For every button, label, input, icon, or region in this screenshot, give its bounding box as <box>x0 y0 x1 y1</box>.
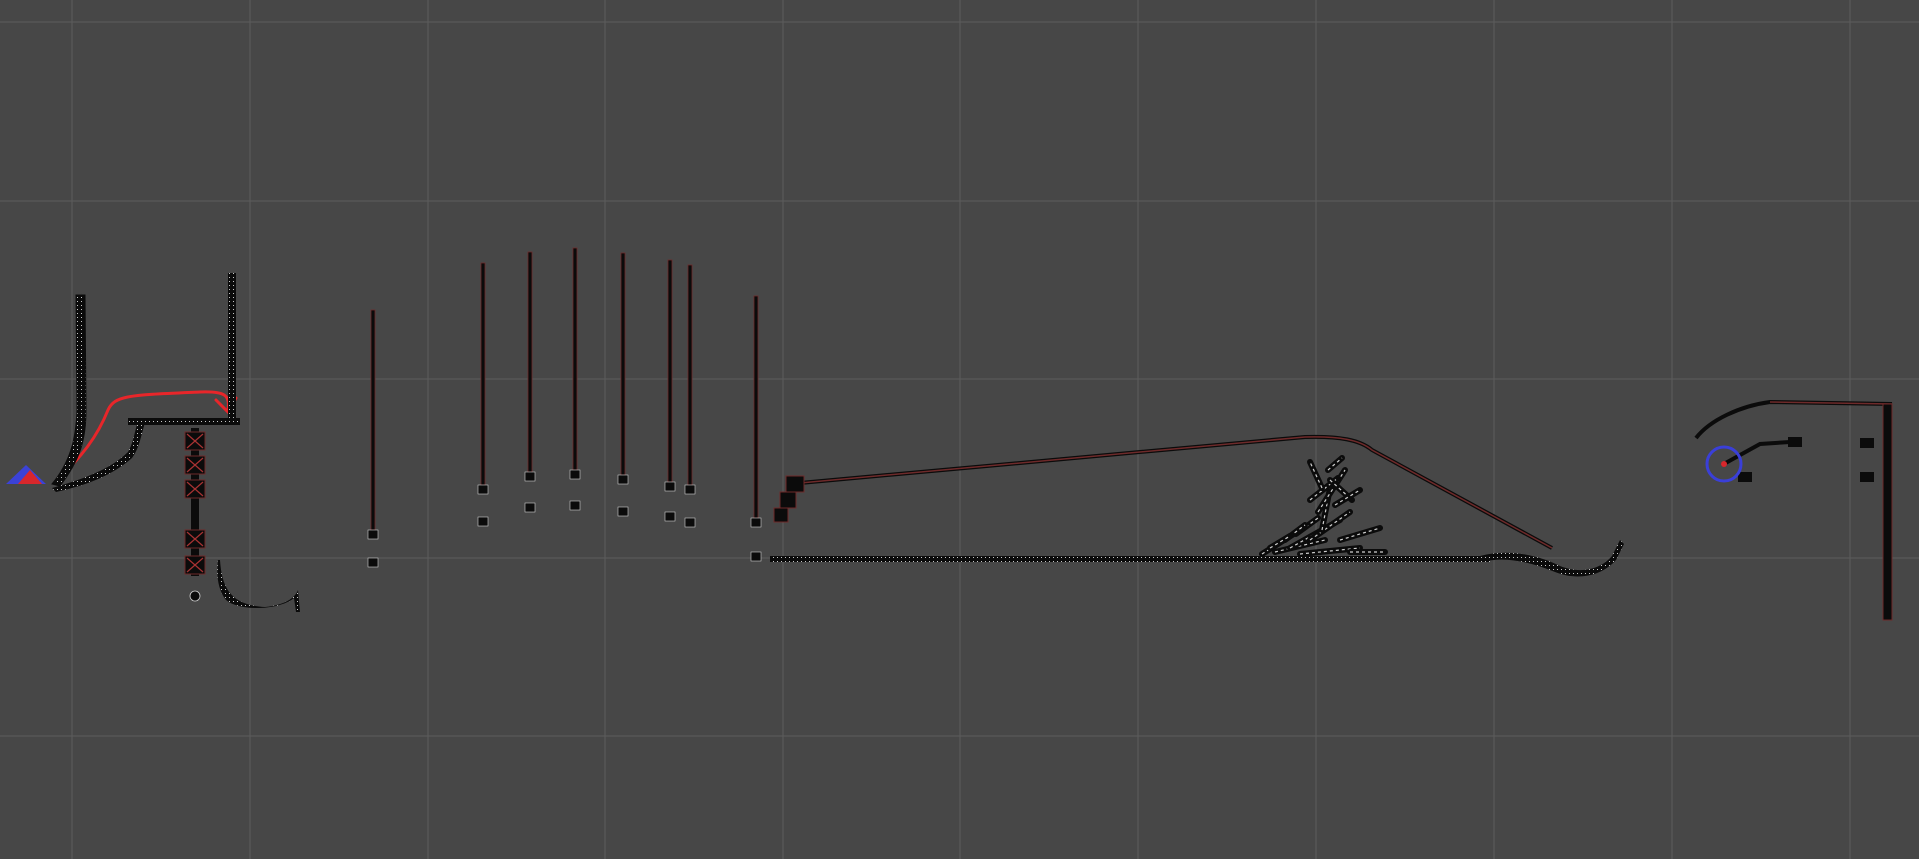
hinged-chain[interactable] <box>184 428 206 602</box>
long-ramp-highlight <box>799 436 1553 549</box>
debris-pile-icon[interactable] <box>1259 455 1388 557</box>
launcher-head <box>1788 437 1802 447</box>
funnel-right-wall <box>228 273 236 425</box>
left-funnel[interactable] <box>51 273 240 492</box>
pendulum-rod[interactable] <box>527 251 533 473</box>
main-track[interactable] <box>770 434 1624 577</box>
pendulum-pivot <box>750 517 762 528</box>
pendulum-bob <box>664 511 676 522</box>
right-assembly[interactable] <box>1694 399 1893 621</box>
pendulum-bob <box>684 517 696 528</box>
pendulum-bob <box>750 551 762 562</box>
x-joint-icon <box>184 455 206 475</box>
x-joint-icon <box>184 431 206 451</box>
target-dot <box>1721 461 1727 467</box>
chain-end-weight <box>189 590 201 602</box>
right-wall <box>1882 403 1893 621</box>
pendulum-pivot <box>569 469 581 480</box>
pendulum-bob <box>569 500 581 511</box>
pendulum-rod[interactable] <box>753 295 759 519</box>
right-peg-top <box>1860 438 1874 448</box>
ramp-anchor-block-3 <box>773 507 789 523</box>
viewport-grid <box>0 0 1919 859</box>
pendulum-rod[interactable] <box>667 259 673 483</box>
pendulum-rods[interactable] <box>367 247 762 568</box>
x-joint-icon <box>184 479 206 499</box>
pendulum-pivot <box>524 471 536 482</box>
player-marker[interactable] <box>6 465 46 484</box>
shelf <box>128 418 240 425</box>
pendulum-rod[interactable] <box>572 247 578 471</box>
launcher-base <box>1738 472 1752 482</box>
pendulum-pivot <box>477 484 489 495</box>
pendulum-pivot <box>367 529 379 540</box>
x-joint-icon <box>184 555 206 575</box>
pendulum-rod[interactable] <box>620 252 626 476</box>
scene-canvas[interactable] <box>0 0 1919 859</box>
scene-viewport[interactable] <box>0 0 1919 859</box>
pendulum-pivot <box>684 484 696 495</box>
right-peg-bottom <box>1860 472 1874 482</box>
pendulum-bob <box>367 557 379 568</box>
pendulum-bob <box>617 506 629 517</box>
pendulum-rod[interactable] <box>370 309 376 531</box>
pendulum-pivot <box>617 474 629 485</box>
ramp-anchor-block <box>785 475 805 493</box>
pendulum-rod[interactable] <box>687 264 693 486</box>
pendulum-bob <box>477 516 489 527</box>
pendulum-rod[interactable] <box>480 262 486 486</box>
launcher-arm <box>1721 440 1791 467</box>
x-joint-icon <box>184 529 206 549</box>
floor-bar <box>770 556 1490 562</box>
small-bowl[interactable] <box>217 560 300 612</box>
pendulum-bob <box>524 502 536 513</box>
right-top-arc <box>1694 399 1893 440</box>
long-ramp-line <box>799 434 1553 550</box>
pendulum-pivot <box>664 481 676 492</box>
ramp-anchor-block-2 <box>779 491 797 509</box>
